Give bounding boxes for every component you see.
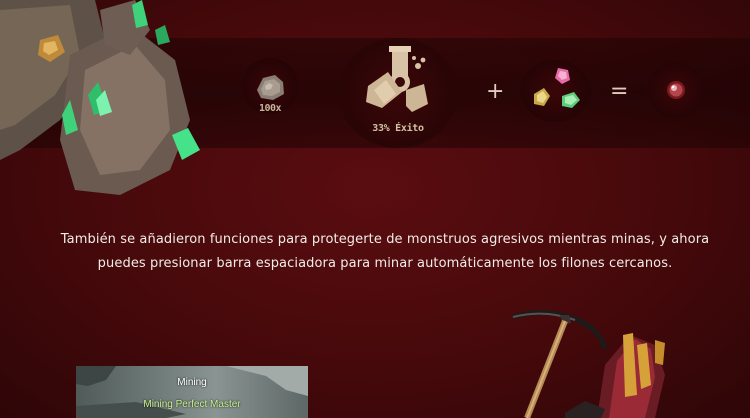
pickaxe-warrior-image xyxy=(512,309,665,418)
description-line-2: puedes presionar barra espaciadora para … xyxy=(97,256,673,271)
feature-description: También se añadieron funciones para prot… xyxy=(30,228,740,276)
result-gem-icon xyxy=(667,81,685,99)
crystal-rock-image xyxy=(0,0,200,195)
plus-sign: + xyxy=(486,79,505,104)
skill-level-label: Mining Perfect Master xyxy=(143,399,241,410)
gameplay-screenshot: Mining Mining Perfect Master xyxy=(76,366,308,418)
refine-icon xyxy=(366,46,428,112)
ore-quantity: 100x xyxy=(258,103,282,114)
terrain-image xyxy=(76,366,308,418)
skill-name-label: Mining xyxy=(177,377,207,388)
description-line-1: También se añadieron funciones para prot… xyxy=(60,232,710,247)
ore-icon xyxy=(257,75,284,100)
equals-sign: = xyxy=(610,79,629,104)
success-rate: 33% Éxito xyxy=(372,123,424,134)
gems-icon xyxy=(534,68,580,108)
